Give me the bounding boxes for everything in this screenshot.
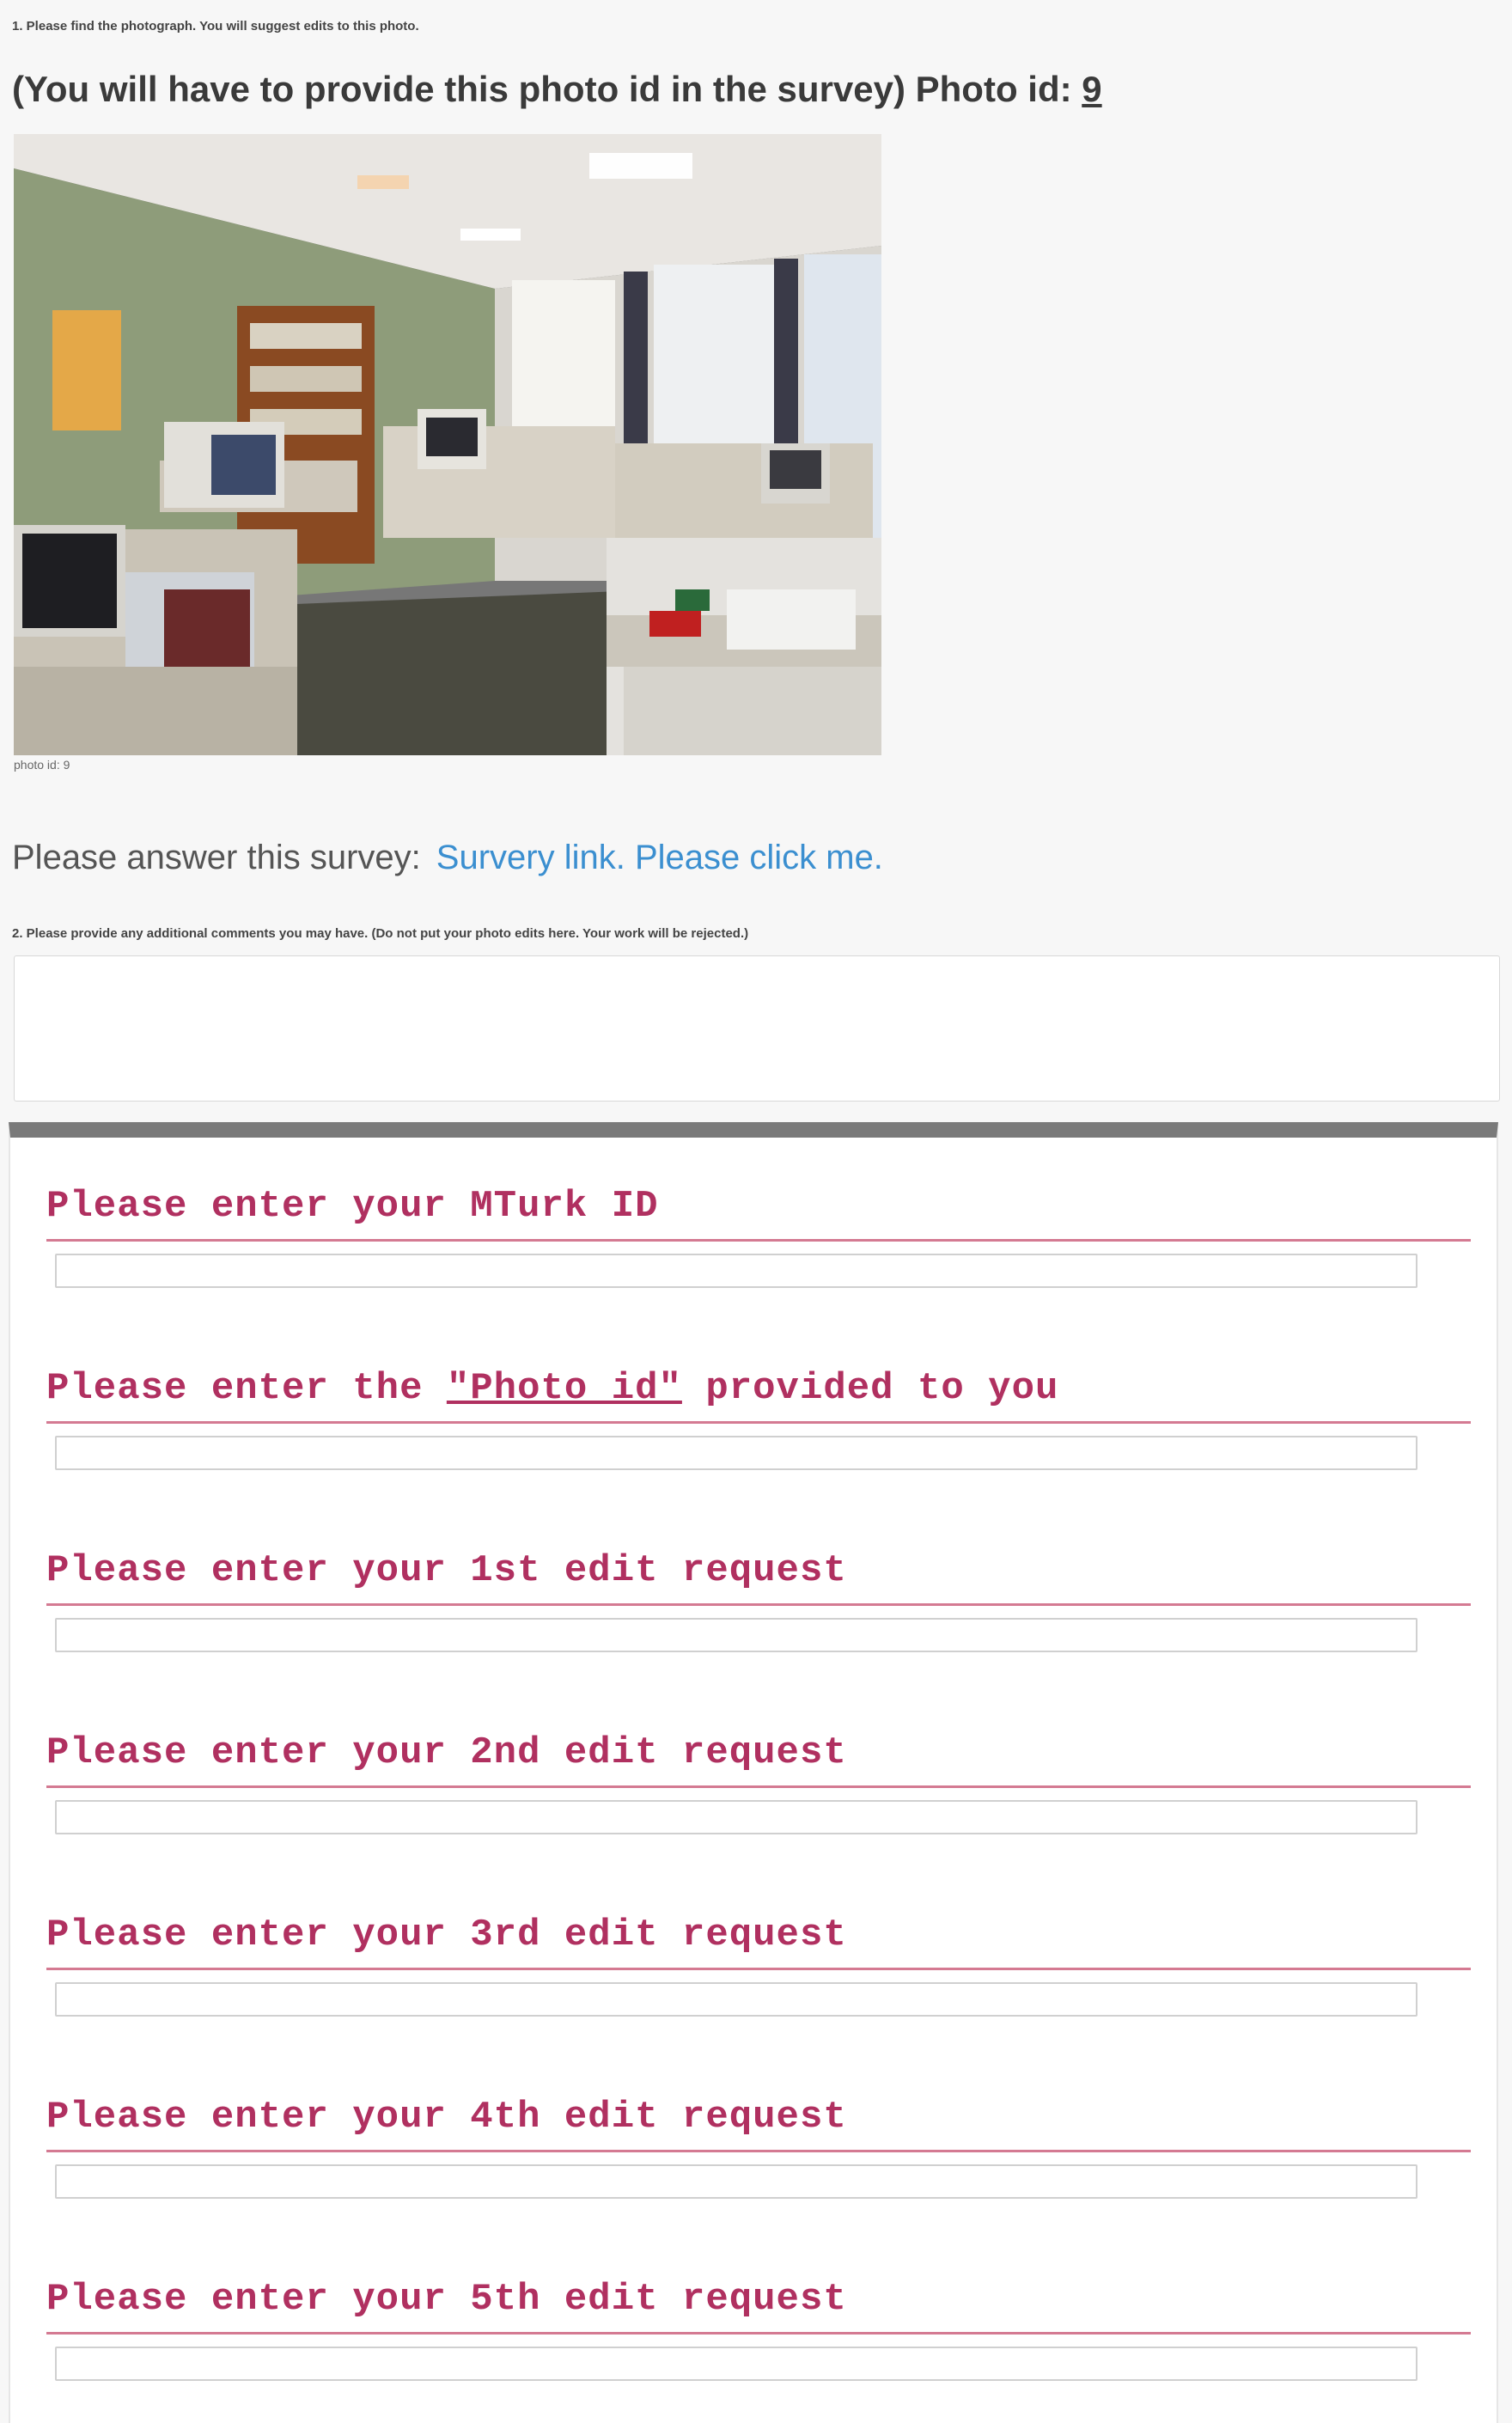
photo-id-heading-text: (You will have to provide this photo id … bbox=[12, 69, 1082, 109]
edit-request-5-field: Please enter your 5th edit request bbox=[46, 2275, 1471, 2381]
mturk-id-field: Please enter your MTurk ID bbox=[46, 1182, 1471, 1288]
edit-request-2-field: Please enter your 2nd edit request bbox=[46, 1729, 1471, 1834]
field-divider bbox=[46, 1239, 1471, 1242]
task-instruction: 1. Please find the photograph. You will … bbox=[12, 19, 419, 34]
edit-request-2-label: Please enter your 2nd edit request bbox=[46, 1731, 847, 1774]
mturk-id-label: Please enter your MTurk ID bbox=[46, 1185, 659, 1228]
photo-id-input[interactable] bbox=[55, 1436, 1418, 1470]
edit-request-4-label: Please enter your 4th edit request bbox=[46, 2096, 847, 2139]
survey-prompt: Please answer this survey: bbox=[12, 839, 421, 876]
photo-id-heading: (You will have to provide this photo id … bbox=[12, 69, 1102, 110]
survey-prompt-line: Please answer this survey: Survery link. … bbox=[12, 839, 883, 877]
edit-request-5-label: Please enter your 5th edit request bbox=[46, 2278, 847, 2321]
comments-label: 2. Please provide any additional comment… bbox=[12, 926, 749, 941]
photo-id-value: 9 bbox=[1082, 69, 1102, 109]
edit-request-3-field: Please enter your 3rd edit request bbox=[46, 1911, 1471, 2017]
survey-form-panel: Please enter your MTurk ID Please enter … bbox=[9, 1122, 1498, 2423]
edit-request-3-input[interactable] bbox=[55, 1982, 1418, 2017]
field-divider bbox=[46, 2332, 1471, 2335]
photo-id-label-suffix: provided to you bbox=[681, 1367, 1059, 1410]
comments-textarea[interactable] bbox=[14, 955, 1500, 1102]
field-divider bbox=[46, 1968, 1471, 1970]
edit-request-4-input[interactable] bbox=[55, 2164, 1418, 2199]
field-divider bbox=[46, 1603, 1471, 1606]
edit-request-1-field: Please enter your 1st edit request bbox=[46, 1547, 1471, 1652]
edit-request-1-label: Please enter your 1st edit request bbox=[46, 1549, 847, 1592]
survey-link[interactable]: Survery link. Please click me. bbox=[436, 839, 883, 876]
office-photo bbox=[14, 134, 881, 755]
photo-id-label: Please enter the "Photo id" provided to … bbox=[46, 1364, 1471, 1413]
mturk-id-input[interactable] bbox=[55, 1254, 1418, 1288]
photo-id-label-link: "Photo id" bbox=[446, 1367, 682, 1410]
edit-request-5-input[interactable] bbox=[55, 2347, 1418, 2381]
field-divider bbox=[46, 1421, 1471, 1424]
field-divider bbox=[46, 1785, 1471, 1788]
office-photo-illustration bbox=[14, 134, 881, 755]
photo-id-field: Please enter the "Photo id" provided to … bbox=[46, 1364, 1471, 1470]
field-divider bbox=[46, 2150, 1471, 2152]
photo-id-label-prefix: Please enter the bbox=[46, 1367, 447, 1410]
edit-request-1-input[interactable] bbox=[55, 1618, 1418, 1652]
photo-caption: photo id: 9 bbox=[14, 758, 70, 772]
edit-request-2-input[interactable] bbox=[55, 1800, 1418, 1834]
edit-request-3-label: Please enter your 3rd edit request bbox=[46, 1913, 847, 1956]
edit-request-4-field: Please enter your 4th edit request bbox=[46, 2093, 1471, 2199]
